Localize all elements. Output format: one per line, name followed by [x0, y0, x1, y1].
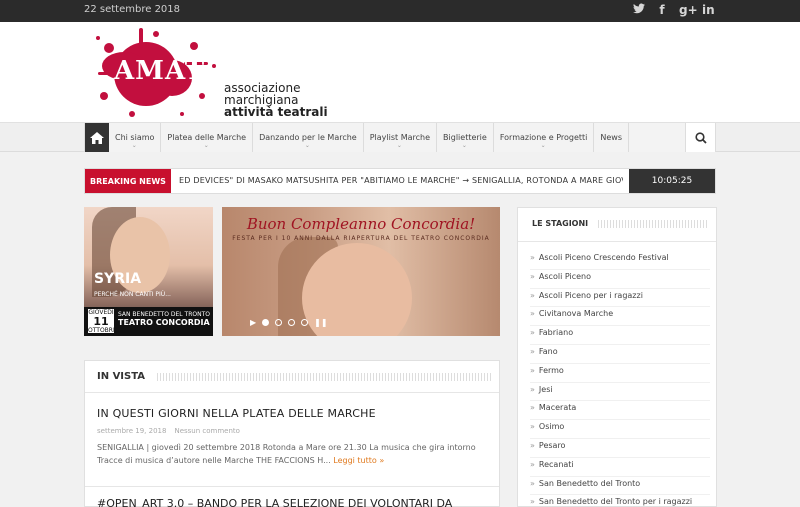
event-poster[interactable]: SYRIA PERCHÉ NON CANTI PIÙ... GIOVEDÌ 11… [84, 207, 213, 336]
twitter-icon[interactable] [633, 3, 645, 18]
post-title[interactable]: #OPEN_ART 3.0 – BANDO PER LA SELEZIONE D… [97, 497, 452, 507]
breaking-news-label: BREAKING NEWS [85, 169, 171, 193]
poster-subtitle: PERCHÉ NON CANTI PIÙ... [94, 291, 171, 298]
post-meta: settembre 19, 2018 Nessun commento [97, 427, 489, 435]
chevron-down-icon: ⌄ [461, 142, 467, 149]
stagioni-item[interactable]: Pesaro [530, 439, 710, 458]
poster-venue: SAN BENEDETTO DEL TRONTO TEATRO CONCORDI… [118, 311, 210, 327]
stagioni-item[interactable]: Civitanova Marche [530, 307, 710, 327]
chevron-down-icon: ⌄ [540, 142, 546, 149]
play-icon[interactable]: ▶ [250, 318, 256, 327]
chevron-down-icon: ⌄ [304, 142, 310, 149]
amat-logo[interactable]: AMAT associazione marchigiana attività t… [84, 26, 344, 122]
nav-item-news[interactable]: News [594, 123, 630, 152]
section-title: IN VISTA [97, 371, 152, 382]
stagioni-sidebar: LE STAGIONI Ascoli Piceno Crescendo Fest… [517, 207, 717, 507]
stagioni-item[interactable]: Osimo [530, 420, 710, 439]
stagioni-item[interactable]: Ascoli Piceno [530, 270, 710, 289]
slide-subtitle: FESTA PER I 10 ANNI DALLA RIAPERTURA DEL… [232, 235, 490, 242]
post-date: settembre 19, 2018 [97, 427, 167, 435]
logo-tagline: associazione marchigiana attività teatra… [224, 81, 328, 119]
stagioni-item[interactable]: Fabriano [530, 326, 710, 345]
facebook-icon[interactable]: f [656, 3, 668, 18]
post-excerpt: SENIGALLIA | giovedì 20 settembre 2018 R… [97, 443, 476, 465]
slide-title: Buon Compleanno Concordia! [246, 215, 476, 233]
featured-slider[interactable]: Buon Compleanno Concordia! FESTA PER I 1… [222, 207, 500, 336]
stagioni-item[interactable]: Ascoli Piceno Crescendo Festival [530, 251, 710, 270]
chevron-down-icon: ⌄ [396, 142, 402, 149]
stagioni-item[interactable]: Ascoli Piceno per i ragazzi [530, 289, 710, 308]
social-links: f g+ in [633, 3, 715, 18]
linkedin-icon[interactable]: in [702, 3, 715, 18]
poster-date: GIOVEDÌ 11 OTTOBRE [88, 309, 117, 334]
pause-icon[interactable]: ❚❚ [314, 318, 327, 327]
stagioni-item[interactable]: Jesi [530, 383, 710, 402]
breaking-news-bar: BREAKING NEWS ED DEVICES" DI MASAKO MATS… [84, 168, 716, 194]
stagioni-item[interactable]: Macerata [530, 401, 710, 421]
post-item: IN QUESTI GIORNI NELLA PLATEA DELLE MARC… [97, 407, 489, 467]
poster-title: SYRIA [94, 271, 142, 287]
home-icon[interactable] [85, 123, 109, 152]
slider-dot[interactable] [262, 319, 270, 326]
slider-dot[interactable] [288, 319, 296, 326]
slider-dots: ▶ ❚❚ [250, 318, 328, 327]
nav-item-danzando[interactable]: Danzando per le Marche ⌄ [253, 123, 364, 152]
sidebar-title: LE STAGIONI [532, 219, 595, 228]
news-ticker[interactable]: ED DEVICES" DI MASAKO MATSUSHITA PER "AB… [179, 176, 623, 185]
clock: 10:05:25 [629, 169, 715, 193]
nav-item-playlist[interactable]: Playlist Marche ⌄ [364, 123, 438, 152]
nav-item-chi-siamo[interactable]: Chi siamo ⌄ [109, 123, 162, 152]
read-more-link[interactable]: Leggi tutto » [333, 456, 384, 465]
search-icon[interactable] [685, 123, 715, 152]
stagioni-list: Ascoli Piceno Crescendo Festival Ascoli … [530, 251, 710, 507]
post-comments[interactable]: Nessun commento [174, 427, 239, 435]
stagioni-item[interactable]: Recanati [530, 458, 710, 477]
nav-item-platea[interactable]: Platea delle Marche ⌄ [161, 123, 254, 152]
chevron-down-icon: ⌄ [131, 142, 137, 149]
slider-dot[interactable] [275, 319, 283, 326]
slider-dot[interactable] [301, 319, 309, 326]
in-vista-section: IN VISTA IN QUESTI GIORNI NELLA PLATEA D… [84, 360, 500, 507]
stagioni-item[interactable]: San Benedetto del Tronto [530, 477, 710, 496]
post-title[interactable]: IN QUESTI GIORNI NELLA PLATEA DELLE MARC… [97, 407, 489, 420]
stagioni-item[interactable]: San Benedetto del Tronto per i ragazzi [530, 495, 710, 507]
logo-text: AMAT [114, 56, 206, 86]
chevron-down-icon: ⌄ [203, 142, 209, 149]
site-header: AMAT associazione marchigiana attività t… [0, 22, 800, 122]
current-date: 22 settembre 2018 [84, 4, 181, 15]
nav-item-formazione[interactable]: Formazione e Progetti ⌄ [494, 123, 595, 152]
top-bar: 22 settembre 2018 f g+ in [0, 0, 800, 22]
googleplus-icon[interactable]: g+ [679, 3, 698, 18]
stagioni-item[interactable]: Fermo [530, 364, 710, 383]
nav-item-biglietterie[interactable]: Biglietterie ⌄ [437, 123, 494, 152]
stagioni-item[interactable]: Fano [530, 345, 710, 364]
main-nav: Chi siamo ⌄ Platea delle Marche ⌄ Danzando… [0, 122, 800, 152]
